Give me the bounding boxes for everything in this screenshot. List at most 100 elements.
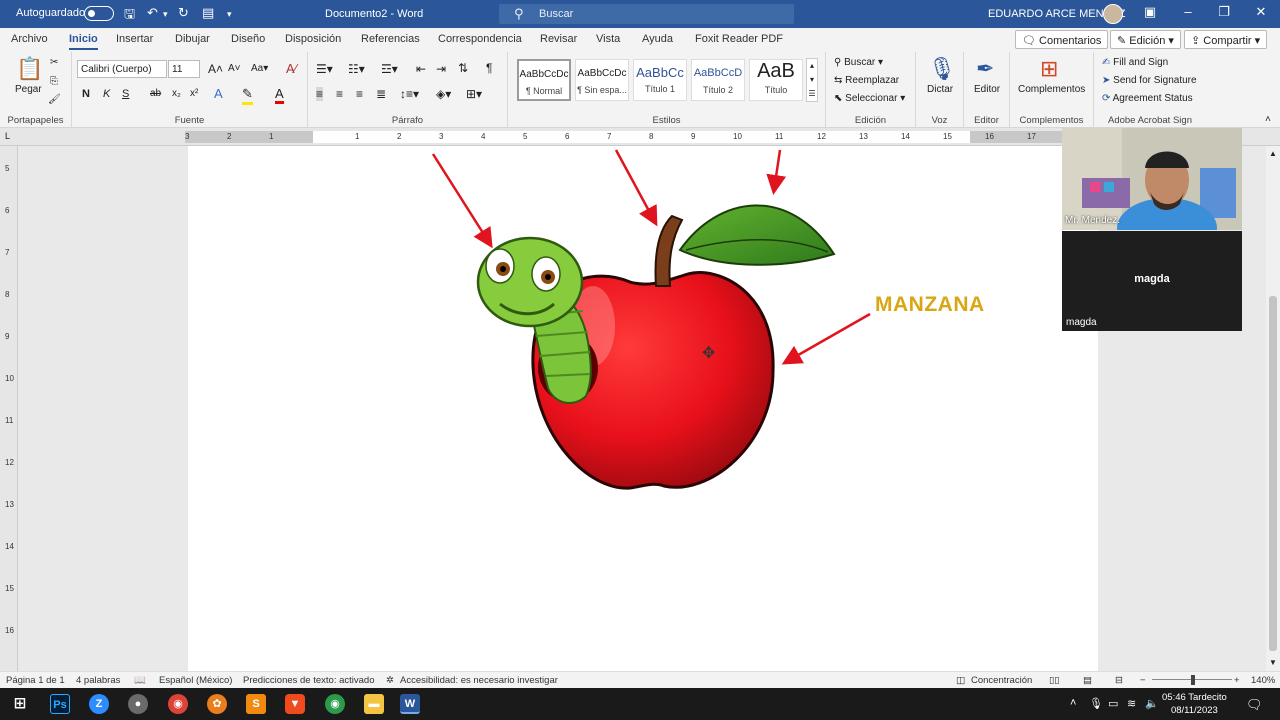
tab-inicio[interactable]: Inicio <box>69 33 98 50</box>
vertical-ruler[interactable]: 5 6 7 8 9 10 11 12 13 14 15 16 <box>0 146 18 671</box>
zoom-slider-thumb[interactable] <box>1191 675 1195 685</box>
comments-button[interactable]: 🗨 Comentarios <box>1015 30 1109 49</box>
align-center-icon[interactable]: ≡ <box>336 87 343 101</box>
align-left-icon[interactable]: ≡ <box>316 87 324 101</box>
style-no-spacing[interactable]: AaBbCcDc ¶ Sin espa... <box>575 59 629 101</box>
zoom-app-icon[interactable]: Z <box>89 694 109 714</box>
text-effects-icon[interactable]: A <box>214 86 223 101</box>
page-count[interactable]: Página 1 de 1 <box>6 675 65 686</box>
focus-icon[interactable]: ◫ <box>956 675 965 686</box>
styles-scroll[interactable]: ▴ ▾ ☰ <box>806 58 818 102</box>
text-predictions[interactable]: Predicciones de texto: activado <box>243 675 375 686</box>
addins-button[interactable]: Complementos <box>1018 84 1085 95</box>
shading-icon[interactable]: ◈▾ <box>436 87 451 101</box>
scroll-up-icon[interactable]: ▲ <box>1269 149 1277 158</box>
font-color-icon[interactable]: A <box>275 86 284 104</box>
multilevel-list-icon[interactable]: ☲▾ <box>381 62 398 76</box>
brave-icon[interactable]: ▼ <box>285 694 305 714</box>
italic-button[interactable]: K <box>103 88 110 100</box>
decrease-indent-icon[interactable]: ⇤ <box>416 62 426 76</box>
read-mode-icon[interactable]: ▯▯ <box>1049 675 1059 686</box>
avatar[interactable] <box>1103 4 1123 24</box>
tab-ayuda[interactable]: Ayuda <box>642 33 673 45</box>
bold-button[interactable]: N <box>82 88 90 100</box>
windows-start-icon[interactable]: ⊞ <box>10 694 30 714</box>
chrome-icon[interactable]: ◉ <box>168 694 188 714</box>
editor-button[interactable]: Editor <box>974 84 1000 95</box>
tab-archivo[interactable]: Archivo <box>11 33 48 45</box>
dictate-button[interactable]: Dictar <box>927 84 953 95</box>
subscript-button[interactable]: x₂ <box>172 88 181 99</box>
strikethrough-button[interactable]: ab <box>150 88 161 99</box>
tray-chevron-icon[interactable]: ˄ <box>1070 697 1076 709</box>
undo-icon[interactable]: ↶ <box>147 5 158 21</box>
language[interactable]: Español (México) <box>159 675 232 686</box>
font-name-combo[interactable]: Calibri (Cuerpo) <box>77 60 167 78</box>
file-explorer-icon[interactable]: ▬ <box>364 694 384 714</box>
cut-icon[interactable]: ✂ <box>50 57 58 68</box>
tab-foxit[interactable]: Foxit Reader PDF <box>695 33 783 45</box>
grow-font-icon[interactable]: A˄ <box>208 62 223 76</box>
line-spacing-icon[interactable]: ↕≡▾ <box>400 87 419 101</box>
print-preview-icon[interactable]: ▤ <box>202 5 214 21</box>
undo-dropdown-icon[interactable]: ▾ <box>163 9 168 20</box>
apple-worm-illustration[interactable]: ✥ <box>188 146 1098 671</box>
clear-format-icon[interactable]: A⁄ <box>286 61 297 76</box>
tab-revisar[interactable]: Revisar <box>540 33 577 45</box>
search-box[interactable]: ⚲ Buscar <box>499 4 794 24</box>
battery-icon[interactable]: ▭ <box>1108 697 1118 710</box>
focus-mode[interactable]: Concentración <box>971 675 1032 686</box>
copy-icon[interactable]: ⎘ <box>50 76 58 87</box>
tab-referencias[interactable]: Referencias <box>361 33 420 45</box>
highlight-icon[interactable]: ✎ <box>242 86 253 105</box>
vertical-scrollbar[interactable]: ▲ ▼ <box>1266 146 1280 671</box>
select-button[interactable]: ⬉ Seleccionar ▾ <box>834 93 905 104</box>
style-normal[interactable]: AaBbCcDc ¶ Normal <box>517 59 571 101</box>
zoom-out-icon[interactable]: − <box>1140 675 1146 686</box>
tab-disposicion[interactable]: Disposición <box>285 33 341 45</box>
underline-button[interactable]: S <box>122 88 129 100</box>
app-icon[interactable]: ● <box>128 694 148 714</box>
zoom-level[interactable]: 140% <box>1251 675 1275 686</box>
word-icon[interactable]: W <box>400 694 420 714</box>
superscript-button[interactable]: x² <box>190 88 198 99</box>
zoom-in-icon[interactable]: + <box>1234 675 1240 686</box>
sort-icon[interactable]: ⇅ <box>458 61 468 75</box>
send-signature-button[interactable]: ➤ Send for Signature <box>1102 75 1197 86</box>
print-layout-icon[interactable]: ▤ <box>1083 675 1092 686</box>
restore-icon[interactable]: ❐ <box>1214 4 1234 20</box>
tab-selector-icon[interactable]: L <box>5 131 10 141</box>
notifications-icon[interactable]: 🗨 <box>1246 697 1263 713</box>
replace-button[interactable]: ⇆ Reemplazar <box>834 75 899 86</box>
autosave-toggle[interactable] <box>84 6 114 21</box>
tab-vista[interactable]: Vista <box>596 33 620 45</box>
editor-icon[interactable]: ✒ <box>976 56 994 82</box>
style-heading-1[interactable]: AaBbCc Título 1 <box>633 59 687 101</box>
customize-qat-icon[interactable]: ▾ <box>227 9 232 20</box>
tab-dibujar[interactable]: Dibujar <box>175 33 210 45</box>
addins-icon[interactable]: ⊞ <box>1040 56 1058 82</box>
minimize-icon[interactable]: – <box>1178 4 1198 19</box>
justify-icon[interactable]: ≣ <box>376 87 386 101</box>
close-icon[interactable]: ✕ <box>1251 4 1271 20</box>
tab-insertar[interactable]: Insertar <box>116 33 153 45</box>
borders-icon[interactable]: ⊞▾ <box>466 87 482 101</box>
paste-icon[interactable]: 📋 <box>16 56 43 82</box>
agreement-status-button[interactable]: ⟳ Agreement Status <box>1102 93 1193 104</box>
share-button[interactable]: ⇪ Compartir ▾ <box>1184 30 1268 49</box>
web-layout-icon[interactable]: ⊟ <box>1115 675 1123 686</box>
accessibility-status[interactable]: Accesibilidad: es necesario investigar <box>400 675 558 686</box>
format-painter-icon[interactable]: 🖌 <box>48 94 61 105</box>
volume-icon[interactable]: 🔈 <box>1145 697 1159 710</box>
fill-and-sign-button[interactable]: ✍ Fill and Sign <box>1102 57 1168 68</box>
editing-mode-button[interactable]: ✎ Edición ▾ <box>1110 30 1181 49</box>
numbering-icon[interactable]: ☷▾ <box>348 62 365 76</box>
change-case-icon[interactable]: Aa▾ <box>251 63 268 74</box>
photoshop-icon[interactable]: Ps <box>50 694 70 714</box>
accessibility-icon[interactable]: ✲ <box>386 675 394 686</box>
microphone-tray-icon[interactable]: 🎙 <box>1089 697 1103 710</box>
style-heading-2[interactable]: AaBbCcD Título 2 <box>691 59 745 101</box>
style-title[interactable]: AaB Título <box>749 59 803 101</box>
increase-indent-icon[interactable]: ⇥ <box>436 62 446 76</box>
paste-label[interactable]: Pegar <box>15 84 42 95</box>
